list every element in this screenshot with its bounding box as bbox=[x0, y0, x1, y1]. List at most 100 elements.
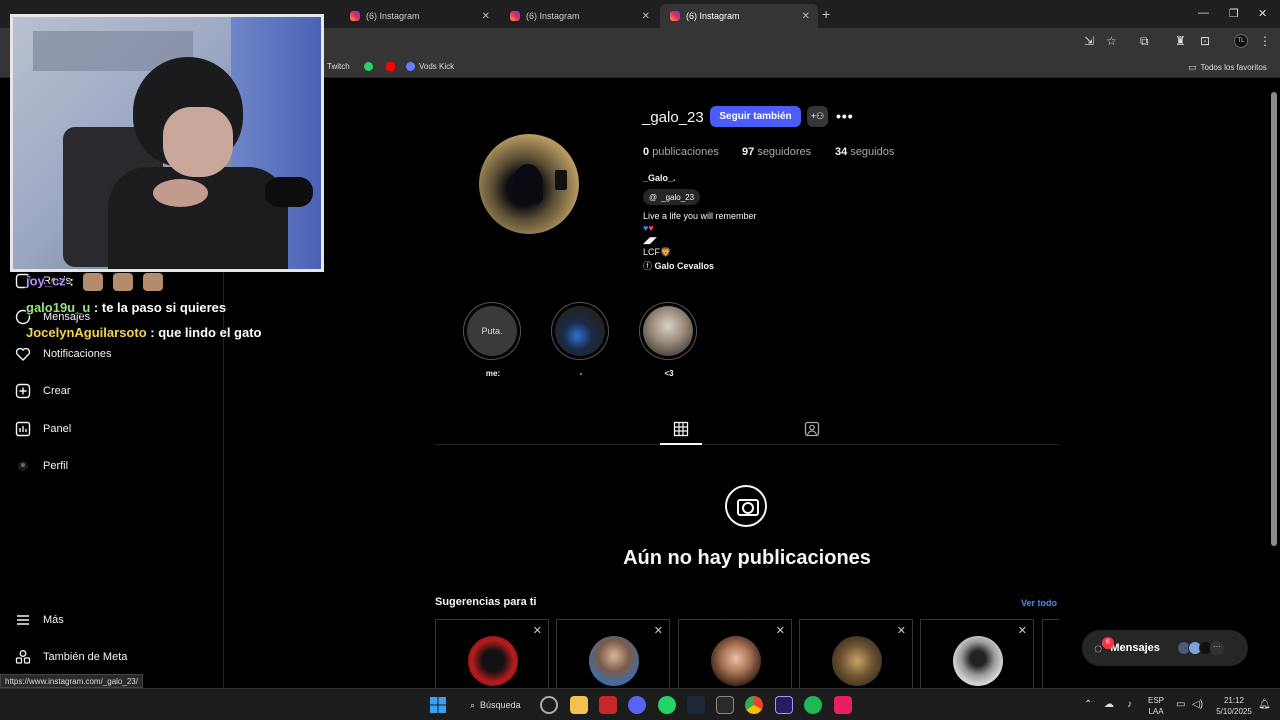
extension-icon-2[interactable]: ⊡ bbox=[1200, 34, 1210, 48]
close-icon[interactable]: ✕ bbox=[642, 11, 650, 22]
bio-facebook-link[interactable]: ⓕ Galo Cevallos bbox=[643, 259, 714, 272]
microphone-icon[interactable]: ♪ bbox=[1127, 699, 1132, 710]
media-app-icon[interactable] bbox=[599, 696, 617, 714]
profile-avatar-icon bbox=[18, 461, 28, 471]
profile-avatar[interactable] bbox=[479, 134, 579, 234]
suggestion-card[interactable]: ✕ bbox=[435, 619, 549, 689]
meta-apps-icon bbox=[15, 650, 31, 664]
volume-icon[interactable]: ◁) bbox=[1192, 699, 1203, 710]
epic-games-icon[interactable] bbox=[716, 696, 734, 714]
bookmark-twitch[interactable]: Twitch bbox=[320, 62, 350, 71]
browser-tab-active[interactable]: (6) Instagram ✕ bbox=[660, 4, 818, 28]
steam-icon[interactable] bbox=[687, 696, 705, 714]
threads-icon: @ bbox=[649, 192, 658, 202]
chat-message: galo19u_u : te la paso si quieres bbox=[26, 300, 226, 315]
grid-icon[interactable] bbox=[673, 421, 689, 437]
sidebar-item-profile[interactable]: Perfil bbox=[15, 458, 68, 474]
dismiss-icon[interactable]: ✕ bbox=[776, 624, 785, 637]
windows-start-icon[interactable] bbox=[430, 697, 446, 713]
spotify-icon[interactable] bbox=[804, 696, 822, 714]
chrome-icon[interactable] bbox=[745, 696, 763, 714]
close-icon[interactable]: ✕ bbox=[482, 11, 490, 22]
empty-state-title: Aún no hay publicaciones bbox=[623, 547, 871, 569]
bookmark-all-favorites[interactable]: ▭ Todos los favoritos bbox=[1188, 62, 1267, 73]
close-icon[interactable]: ✕ bbox=[802, 11, 810, 22]
browser-tab[interactable]: (6) Instagram ✕ bbox=[340, 4, 498, 28]
suggestion-avatar bbox=[832, 636, 882, 686]
page-scrollbar[interactable] bbox=[1271, 92, 1277, 546]
sidebar-item-label: También de Meta bbox=[43, 651, 128, 663]
whatsapp-icon[interactable] bbox=[364, 62, 373, 71]
bookmark-star-icon[interactable]: ☆ bbox=[1106, 34, 1117, 48]
chart-bars-icon bbox=[15, 421, 31, 437]
windows-taskbar: ⌕ Búsqueda ⌃ ☁ ♪ ESP LAA ▭ ◁) 21:12 5/10… bbox=[0, 688, 1280, 720]
dismiss-icon[interactable]: ✕ bbox=[654, 624, 663, 637]
browser-tab[interactable]: (6) Instagram ✕ bbox=[500, 4, 658, 28]
tray-chevron-icon[interactable]: ⌃ bbox=[1084, 699, 1092, 710]
threads-badge[interactable]: @ _galo_23 bbox=[643, 189, 701, 205]
suggestion-card[interactable]: ✕ bbox=[799, 619, 913, 689]
followers-count[interactable]: 97 seguidores bbox=[742, 146, 811, 158]
threads-handle: _galo_23 bbox=[661, 192, 695, 202]
taskview-icon[interactable] bbox=[540, 696, 558, 714]
bookmark-vods-kick[interactable]: Vods Kick bbox=[406, 62, 454, 71]
extension-icon[interactable]: ♜ bbox=[1175, 34, 1186, 48]
follow-back-button[interactable]: Seguir también bbox=[710, 106, 801, 127]
tagged-icon[interactable] bbox=[804, 421, 820, 437]
suggestion-card-partial[interactable] bbox=[1042, 619, 1059, 689]
premiere-pro-icon[interactable] bbox=[775, 696, 793, 714]
sidebar-item-also-from-meta[interactable]: También de Meta bbox=[15, 649, 127, 665]
network-icon[interactable]: ▭ bbox=[1176, 699, 1185, 710]
whatsapp-icon[interactable] bbox=[658, 696, 676, 714]
discord-icon[interactable] bbox=[628, 696, 646, 714]
taskbar-search[interactable]: ⌕ Búsqueda bbox=[462, 695, 529, 715]
sidebar-item-notifications[interactable]: Notificaciones bbox=[15, 346, 111, 362]
sidebar-item-label: Más bbox=[43, 614, 64, 626]
suggestion-card[interactable]: ✕ bbox=[556, 619, 670, 689]
minimize-icon[interactable]: — bbox=[1198, 7, 1209, 19]
extensions-icon[interactable]: ⧉ bbox=[1140, 34, 1149, 49]
bookmark-label: Vods Kick bbox=[419, 62, 455, 71]
sidebar-item-more[interactable]: Más bbox=[15, 612, 64, 628]
see-all-link[interactable]: Ver todo bbox=[1021, 598, 1057, 608]
suggest-people-button[interactable]: +⚇ bbox=[807, 106, 828, 127]
tiktok-icon[interactable] bbox=[834, 696, 852, 714]
install-app-icon[interactable]: ⇲ bbox=[1084, 34, 1094, 48]
language-indicator[interactable]: ESP LAA bbox=[1148, 695, 1164, 717]
tab-title: (6) Instagram bbox=[686, 11, 740, 21]
browser-profile-avatar[interactable]: TL bbox=[1234, 34, 1248, 48]
dismiss-icon[interactable]: ✕ bbox=[1018, 624, 1027, 637]
following-count[interactable]: 34 seguidos bbox=[835, 146, 894, 158]
restore-icon[interactable]: ❐ bbox=[1229, 7, 1239, 20]
clock[interactable]: 21:12 5/10/2025 bbox=[1212, 695, 1256, 717]
more-dots-icon: ··· bbox=[1210, 641, 1224, 655]
more-options-icon[interactable]: ••• bbox=[836, 108, 854, 124]
dismiss-icon[interactable]: ✕ bbox=[897, 624, 906, 637]
suggestion-card[interactable]: ✕ bbox=[920, 619, 1034, 689]
sidebar-item-create[interactable]: Crear bbox=[15, 383, 71, 399]
youtube-icon[interactable] bbox=[386, 62, 395, 71]
highlight-item[interactable]: Puta. me: bbox=[463, 302, 523, 378]
dismiss-icon[interactable]: ✕ bbox=[533, 624, 542, 637]
chat-message: joy_cz : bbox=[26, 273, 163, 291]
status-url: https://www.instagram.com/_galo_23/ bbox=[0, 674, 143, 688]
posts-count-value: 0 bbox=[643, 146, 650, 158]
new-tab-icon[interactable]: + bbox=[822, 6, 830, 22]
following-count-label: seguidos bbox=[850, 146, 895, 158]
bookmark-label: Todos los favoritos bbox=[1200, 63, 1267, 72]
highlight-item[interactable]: <3 bbox=[639, 302, 699, 378]
menu-kebab-icon[interactable]: ⋮ bbox=[1259, 34, 1271, 48]
avatar-silhouette bbox=[513, 164, 543, 204]
window-close-icon[interactable]: ✕ bbox=[1258, 7, 1267, 20]
highlight-item[interactable]: - bbox=[551, 302, 611, 378]
notifications-bell-icon[interactable]: 🔔︎ bbox=[1258, 699, 1271, 710]
suggestion-avatar bbox=[589, 636, 639, 686]
bookmark-label: Twitch bbox=[327, 62, 350, 71]
file-explorer-icon[interactable] bbox=[570, 696, 588, 714]
suggestion-card[interactable]: ✕ bbox=[678, 619, 792, 689]
sidebar-item-panel[interactable]: Panel bbox=[15, 421, 71, 437]
tray-cloud-icon[interactable]: ☁ bbox=[1104, 699, 1114, 710]
highlight-ring: Puta. bbox=[463, 302, 521, 360]
chat-text: : te la paso si quieres bbox=[93, 300, 227, 315]
messages-label: Mensajes bbox=[1110, 642, 1160, 654]
